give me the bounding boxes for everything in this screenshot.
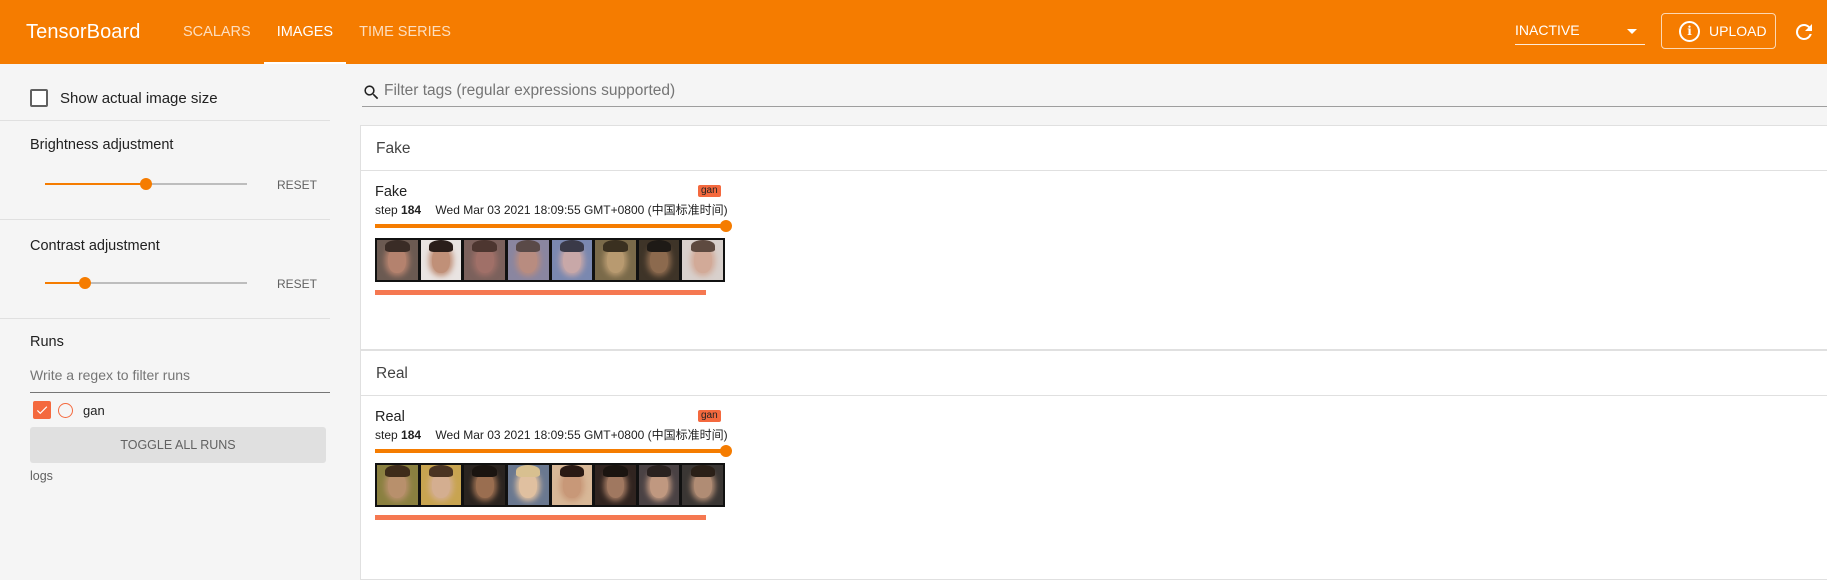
contrast-slider[interactable] [45, 276, 247, 290]
image-thumbnail [420, 465, 462, 505]
upload-button[interactable]: i UPLOAD [1661, 13, 1776, 49]
images-dashboard: Filter tags (regular expressions support… [358, 64, 1827, 580]
group-header[interactable]: Real [361, 351, 1827, 396]
timestamp: Wed Mar 03 2021 18:09:55 GMT+0800 (中国标准时… [435, 428, 728, 442]
brightness-label: Brightness adjustment [30, 137, 174, 153]
info-icon: i [1679, 20, 1700, 42]
step-slider[interactable] [375, 445, 732, 457]
step-value: 184 [401, 203, 422, 217]
tab-images[interactable]: IMAGES [263, 0, 347, 64]
upload-button-label: UPLOAD [1709, 23, 1767, 39]
dashboard-select-value: INACTIVE [1515, 22, 1580, 38]
chevron-down-icon [1627, 29, 1637, 34]
image-thumbnail [682, 240, 723, 280]
tag-filter-input[interactable]: Filter tags (regular expressions support… [362, 79, 1827, 107]
show-actual-size-toggle[interactable]: Show actual image size [30, 89, 218, 107]
contrast-knob[interactable] [79, 277, 92, 289]
run-badge: gan [698, 410, 721, 422]
contrast-section: Contrast adjustment RESET [0, 220, 330, 319]
brightness-knob[interactable] [140, 178, 152, 190]
image-strip[interactable] [375, 463, 725, 507]
image-strip[interactable] [375, 238, 725, 282]
step-slider[interactable] [375, 220, 732, 232]
card-tag: Fake [375, 184, 408, 200]
step-label: step [375, 428, 398, 442]
contrast-reset-button[interactable]: RESET [277, 277, 317, 291]
toggle-all-runs-button[interactable]: TOGGLE ALL RUNS [30, 427, 326, 463]
image-thumbnail [551, 240, 593, 280]
run-name: gan [83, 402, 105, 418]
brightness-section: Brightness adjustment RESET [0, 121, 330, 220]
tag-filter-placeholder: Filter tags (regular expressions support… [384, 82, 676, 99]
image-thumbnail [507, 465, 549, 505]
image-thumbnail [638, 465, 680, 505]
group-header[interactable]: Fake [361, 126, 1827, 171]
card-run-bar [375, 290, 706, 295]
card-meta: step 184 Wed Mar 03 2021 18:09:55 GMT+08… [375, 426, 728, 443]
sidebar: Show actual image size Brightness adjust… [0, 64, 330, 570]
tag-group-fake: Fake Fake gan step 184 Wed Mar 03 2021 1… [360, 125, 1827, 350]
image-thumbnail [551, 465, 593, 505]
run-checkbox[interactable] [33, 401, 51, 419]
image-card: Fake gan step 184 Wed Mar 03 2021 18:09:… [375, 184, 732, 295]
check-icon [36, 406, 48, 415]
timestamp: Wed Mar 03 2021 18:09:55 GMT+0800 (中国标准时… [435, 203, 728, 217]
image-thumbnail [638, 240, 680, 280]
tab-scalars[interactable]: SCALARS [170, 0, 264, 64]
image-thumbnail [682, 465, 723, 505]
dashboard-select[interactable]: INACTIVE [1515, 19, 1645, 45]
step-slider-knob[interactable] [720, 445, 732, 457]
image-thumbnail [464, 240, 505, 280]
tag-group-real: Real Real gan step 184 Wed Mar 03 2021 1… [360, 350, 1827, 580]
show-actual-size-label: Show actual image size [60, 89, 218, 107]
step-value: 184 [401, 428, 422, 442]
logdir-label: logs [30, 469, 53, 483]
image-thumbnail [377, 465, 418, 505]
step-label: step [375, 203, 398, 217]
runs-filter-input[interactable]: Write a regex to filter runs [30, 367, 330, 393]
brightness-fill [45, 183, 146, 185]
dashboard-tabs: SCALARS IMAGES TIME SERIES [170, 0, 464, 64]
show-actual-size-checkbox[interactable] [30, 89, 48, 107]
search-icon [364, 85, 379, 100]
runs-title: Runs [30, 334, 64, 350]
image-thumbnail [507, 240, 549, 280]
run-color-swatch[interactable] [58, 402, 73, 418]
image-thumbnail [595, 240, 636, 280]
card-meta: step 184 Wed Mar 03 2021 18:09:55 GMT+08… [375, 201, 728, 218]
run-item-gan[interactable]: gan [33, 401, 105, 419]
tab-time-series[interactable]: TIME SERIES [346, 0, 464, 64]
card-tag: Real [375, 409, 405, 425]
image-thumbnail [595, 465, 636, 505]
image-thumbnail [464, 465, 505, 505]
top-app-bar: TensorBoard SCALARS IMAGES TIME SERIES I… [0, 0, 1827, 64]
refresh-icon[interactable] [1792, 20, 1816, 44]
brightness-slider[interactable] [45, 177, 247, 191]
run-badge: gan [698, 185, 721, 197]
image-thumbnail [377, 240, 418, 280]
image-thumbnail [420, 240, 462, 280]
image-size-section: Show actual image size [0, 64, 330, 121]
step-slider-knob[interactable] [720, 220, 732, 232]
contrast-label: Contrast adjustment [30, 238, 160, 254]
image-card: Real gan step 184 Wed Mar 03 2021 18:09:… [375, 409, 732, 520]
card-run-bar [375, 515, 706, 520]
brightness-reset-button[interactable]: RESET [277, 178, 317, 192]
app-title: TensorBoard [26, 21, 141, 43]
